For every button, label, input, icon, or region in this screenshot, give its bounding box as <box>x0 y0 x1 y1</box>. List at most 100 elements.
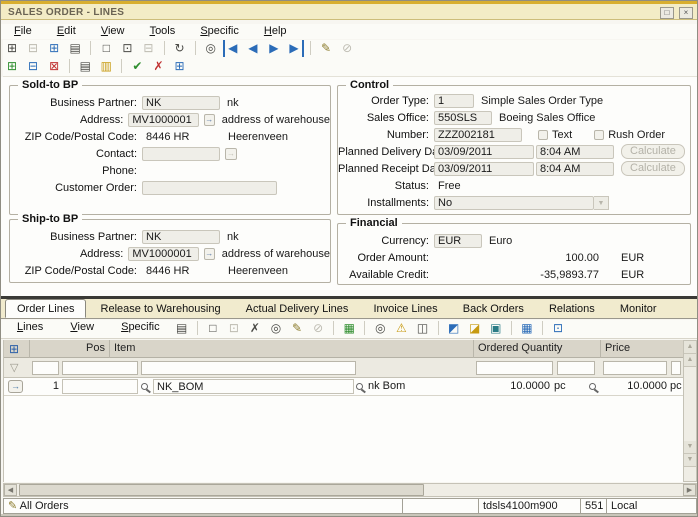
menu-lines-view[interactable]: View <box>60 320 104 334</box>
planned-delivery-date-input[interactable]: 03/09/2011 <box>434 145 534 159</box>
item-zoom-icon[interactable] <box>141 383 148 390</box>
filter-input-price-unit[interactable] <box>671 361 681 375</box>
rush-order-checkbox[interactable] <box>594 130 604 140</box>
related-sessions-icon[interactable]: ▣ <box>487 320 505 337</box>
scroll-down-icon[interactable]: ▼ <box>684 441 696 454</box>
sold-to-business-partner-input[interactable]: NK <box>142 96 220 110</box>
sales-office-input[interactable]: 550SLS <box>434 111 492 125</box>
menu-specific[interactable]: Specific <box>191 24 248 38</box>
paste-icon[interactable]: ⊟ <box>139 40 157 57</box>
currency-input[interactable]: EUR <box>434 234 482 248</box>
copy-line-icon[interactable]: ⊡ <box>225 320 243 337</box>
filter-input-item-a[interactable] <box>62 361 138 375</box>
copy-template-icon[interactable]: ⊟ <box>24 58 42 75</box>
user-assign-icon[interactable]: ◩ <box>445 320 463 337</box>
column-header-price[interactable]: Price <box>601 340 684 358</box>
sold-to-contact-input[interactable] <box>142 147 220 161</box>
save-options-icon[interactable]: ⊞ <box>3 40 21 57</box>
filter-input-item-b[interactable] <box>141 361 356 375</box>
cell-price[interactable]: 10.0000 <box>603 378 667 396</box>
refresh-icon[interactable]: ↻ <box>171 40 189 57</box>
user-transfer-icon[interactable]: ◪ <box>466 320 484 337</box>
address-browse-icon[interactable]: → <box>204 248 215 260</box>
line-details-icon[interactable]: ▦ <box>340 320 358 337</box>
process-order-icon[interactable]: ⊞ <box>171 58 189 75</box>
new-line-icon[interactable]: □ <box>204 320 222 337</box>
filter-funnel-icon[interactable]: ▽ <box>10 361 18 374</box>
insert-group-icon[interactable]: ⊞ <box>9 342 19 356</box>
text-checkbox[interactable] <box>538 130 548 140</box>
order-number-input[interactable]: ZZZ002181 <box>434 128 522 142</box>
item-desc-zoom-icon[interactable] <box>356 383 363 390</box>
vertical-scrollbar[interactable]: ▲ ▲ ▼ ▼ <box>683 340 697 482</box>
order-type-input[interactable]: 1 <box>434 94 474 108</box>
previous-record-icon[interactable]: ◀ <box>244 40 262 57</box>
preview-icon[interactable]: ◎ <box>371 320 389 337</box>
column-header-item[interactable]: Item <box>110 340 474 358</box>
new-record-icon[interactable]: □ <box>97 40 115 57</box>
planned-receipt-time-input[interactable]: 8:04 AM <box>536 162 614 176</box>
tab-monitor[interactable]: Monitor <box>609 300 668 317</box>
save-icon[interactable]: ⊟ <box>24 40 42 57</box>
scroll-first-icon[interactable]: ▲ <box>684 341 696 354</box>
edit-icon[interactable]: ✎ <box>317 40 335 57</box>
menu-tools[interactable]: Tools <box>141 24 185 38</box>
edit-line-icon[interactable]: ✎ <box>288 320 306 337</box>
find-icon[interactable]: ◎ <box>202 40 220 57</box>
attachment-icon[interactable]: ⊘ <box>338 40 356 57</box>
menu-edit[interactable]: Edit <box>48 24 85 38</box>
tab-actual-delivery-lines[interactable]: Actual Delivery Lines <box>235 300 360 317</box>
tab-relations[interactable]: Relations <box>538 300 606 317</box>
order-amounts-icon[interactable]: ⊠ <box>45 58 63 75</box>
statistics-icon[interactable]: ◫ <box>414 320 432 337</box>
column-header-ordered-quantity[interactable]: Ordered Quantity <box>474 340 601 358</box>
planned-receipt-date-input[interactable]: 03/09/2011 <box>434 162 534 176</box>
sold-to-address-input[interactable]: MV1000001 <box>128 113 198 127</box>
ship-to-business-partner-input[interactable]: NK <box>142 230 220 244</box>
save-new-icon[interactable]: ⊞ <box>45 40 63 57</box>
cell-item-code[interactable]: NK_BOM <box>153 379 354 394</box>
next-record-icon[interactable]: ▶ <box>265 40 283 57</box>
print-lines-icon[interactable]: ▤ <box>173 320 191 337</box>
document-icon[interactable]: ⊡ <box>549 320 567 337</box>
first-record-icon[interactable]: ◀ <box>223 40 241 57</box>
filter-input-qty-unit[interactable] <box>557 361 595 375</box>
menu-help[interactable]: Help <box>255 24 296 38</box>
planned-delivery-time-input[interactable]: 8:04 AM <box>536 145 614 159</box>
close-icon[interactable]: × <box>679 7 693 19</box>
calculate-receipt-button[interactable]: Calculate <box>621 161 685 176</box>
column-header-pos[interactable]: Pos <box>30 340 110 358</box>
horizontal-scrollbar[interactable]: ◀ ▶ <box>3 483 697 497</box>
tab-back-orders[interactable]: Back Orders <box>452 300 535 317</box>
restore-icon[interactable]: □ <box>660 7 674 19</box>
scroll-up-icon[interactable]: ▲ <box>684 354 696 367</box>
delete-line-icon[interactable]: ✗ <box>246 320 264 337</box>
scroll-left-icon[interactable]: ◀ <box>4 484 17 496</box>
warning-icon[interactable]: ⚠ <box>392 320 410 337</box>
menu-lines-specific[interactable]: Specific <box>111 320 170 334</box>
cell-pos[interactable]: 1 <box>30 378 59 396</box>
filter-input-pos[interactable] <box>32 361 59 375</box>
print-icon[interactable]: ▤ <box>66 40 84 57</box>
scroll-last-icon[interactable]: ▼ <box>684 454 696 467</box>
tab-release-to-warehousing[interactable]: Release to Warehousing <box>90 300 232 317</box>
find-line-icon[interactable]: ◎ <box>267 320 285 337</box>
chevron-down-icon[interactable]: ▼ <box>594 196 609 210</box>
filter-input-price[interactable] <box>603 361 667 375</box>
scroll-right-icon[interactable]: ▶ <box>683 484 696 496</box>
tab-order-lines[interactable]: Order Lines <box>5 299 86 318</box>
approve-icon[interactable]: ✔ <box>128 58 146 75</box>
archive-order-icon[interactable]: ▥ <box>97 58 115 75</box>
duplicate-icon[interactable]: ⊡ <box>118 40 136 57</box>
qty-zoom-icon[interactable] <box>589 383 596 390</box>
copy-order-icon[interactable]: ⊞ <box>3 58 21 75</box>
scrollbar-thumb[interactable] <box>19 484 424 496</box>
order-line-row[interactable]: → 1 NK_BOM nk Bom 10.0000 pc 10.0000 pc <box>4 378 683 396</box>
filter-input-qty[interactable] <box>476 361 553 375</box>
menu-lines[interactable]: Lines <box>7 320 53 334</box>
cell-item-prefix[interactable] <box>62 379 138 394</box>
customer-order-input[interactable] <box>142 181 277 195</box>
row-detail-icon[interactable]: → <box>8 380 23 393</box>
cell-ordered-quantity[interactable]: 10.0000 <box>476 378 550 396</box>
ship-to-address-input[interactable]: MV1000001 <box>128 247 198 261</box>
